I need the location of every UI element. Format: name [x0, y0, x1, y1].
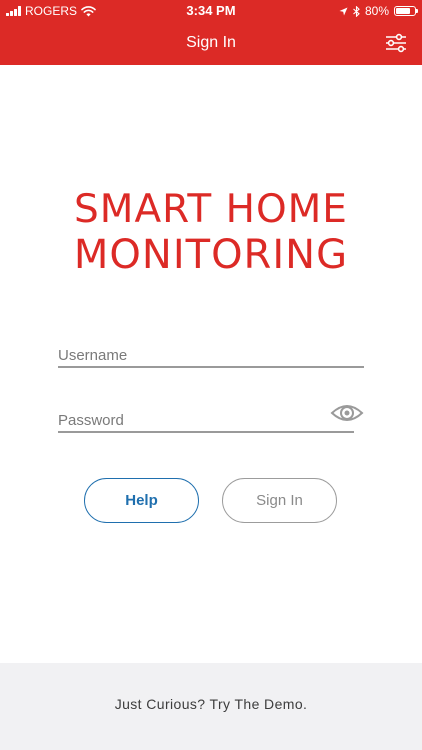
location-arrow-icon	[339, 7, 348, 15]
status-bar: ROGERS 3:34 PM 80%	[0, 0, 422, 22]
eye-icon	[330, 405, 364, 421]
app-header: ROGERS 3:34 PM 80% Sign In	[0, 0, 422, 65]
password-underline	[58, 431, 354, 433]
username-field-container	[58, 344, 364, 368]
settings-button[interactable]	[384, 31, 408, 55]
battery-percent: 80%	[364, 4, 389, 18]
sign-in-button[interactable]: Sign In	[222, 478, 337, 523]
battery-icon	[394, 6, 418, 16]
try-demo-link[interactable]: Just Curious? Try The Demo.	[0, 696, 422, 712]
page-title: Sign In	[186, 34, 236, 51]
battery-level	[396, 8, 411, 14]
password-field-container	[58, 405, 364, 433]
logo-line-1: SMART HOME	[74, 187, 348, 232]
username-underline	[58, 366, 364, 368]
smart-home-monitoring-logo: SMART HOME MONITORING	[40, 187, 382, 279]
logo-line-2: MONITORING	[73, 232, 349, 278]
status-right: 80%	[339, 0, 418, 22]
sliders-icon	[386, 33, 406, 53]
bluetooth-icon	[353, 5, 360, 17]
username-input[interactable]	[58, 344, 364, 366]
help-button[interactable]: Help	[84, 478, 199, 523]
show-password-button[interactable]	[330, 401, 364, 425]
demo-footer[interactable]: Just Curious? Try The Demo.	[0, 663, 422, 750]
password-input[interactable]	[58, 409, 348, 431]
